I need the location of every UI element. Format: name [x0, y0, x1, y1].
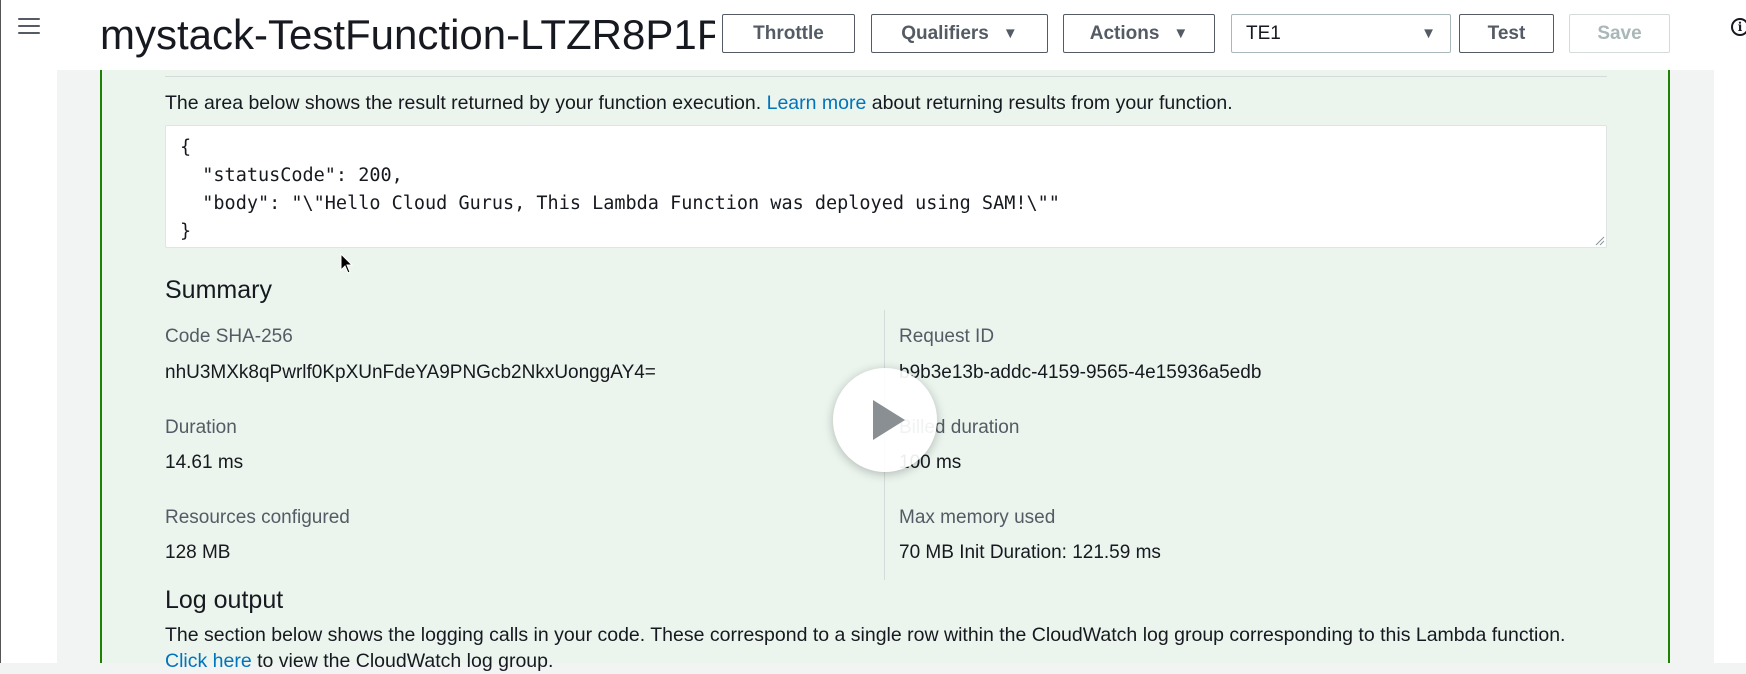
test-label: Test: [1487, 22, 1526, 44]
learn-more-link[interactable]: Learn more: [767, 92, 867, 114]
caret-down-icon: ▼: [1002, 25, 1018, 42]
cloudwatch-link-line: Click here to view the CloudWatch log gr…: [165, 648, 553, 674]
max-memory-label: Max memory used: [899, 507, 1056, 528]
right-tools-rail: [1714, 0, 1746, 663]
resources-configured-label: Resources configured: [165, 507, 350, 528]
qualifiers-label: Qualifiers: [901, 22, 989, 44]
actions-button[interactable]: Actions ▼: [1063, 14, 1215, 53]
cloudwatch-link-suffix: to view the CloudWatch log group.: [257, 650, 554, 672]
divider: [165, 76, 1607, 77]
function-result-output[interactable]: { "statusCode": 200, "body": "\"Hello Cl…: [165, 125, 1607, 248]
result-description: The area below shows the result returned…: [165, 90, 1233, 116]
save-button[interactable]: Save: [1569, 14, 1670, 53]
mouse-cursor-icon: [340, 253, 354, 274]
resize-handle-icon[interactable]: [1595, 236, 1605, 246]
test-event-select[interactable]: TE1 ▼: [1231, 14, 1451, 53]
test-button[interactable]: Test: [1459, 14, 1554, 53]
left-nav-rail: [1, 0, 57, 663]
function-name-title: mystack-TestFunction-LTZR8P1P…: [100, 11, 715, 58]
result-description-prefix: The area below shows the result returned…: [165, 92, 762, 114]
save-label: Save: [1597, 22, 1642, 44]
throttle-button[interactable]: Throttle: [722, 14, 855, 53]
code-sha-label: Code SHA-256: [165, 326, 293, 347]
play-button[interactable]: [833, 368, 937, 472]
qualifiers-button[interactable]: Qualifiers ▼: [871, 14, 1048, 53]
resources-configured-value: 128 MB: [165, 542, 231, 563]
duration-value: 14.61 ms: [165, 452, 244, 473]
caret-down-icon: ▼: [1173, 25, 1189, 42]
throttle-label: Throttle: [753, 22, 824, 44]
click-here-link[interactable]: Click here: [165, 650, 252, 672]
log-output-heading: Log output: [165, 586, 284, 614]
code-sha-value: nhU3MXk8qPwrlf0KpXUnFdeYA9PNGcb2NkxUongg…: [165, 362, 656, 383]
summary-heading: Summary: [165, 276, 272, 304]
test-event-value: TE1: [1246, 22, 1281, 44]
log-output-description: The section below shows the logging call…: [165, 624, 1566, 646]
hamburger-icon[interactable]: [18, 18, 40, 36]
play-icon: [873, 400, 905, 440]
caret-down-icon: ▼: [1421, 25, 1436, 42]
result-description-suffix: about returning results from your functi…: [871, 92, 1233, 114]
request-id-value: b9b3e13b-addc-4159-9565-4e15936a5edb: [899, 362, 1262, 383]
request-id-label: Request ID: [899, 326, 995, 347]
actions-label: Actions: [1089, 22, 1160, 44]
duration-label: Duration: [165, 417, 237, 438]
info-icon[interactable]: i: [1731, 18, 1746, 36]
max-memory-value: 70 MB Init Duration: 121.59 ms: [899, 542, 1161, 563]
